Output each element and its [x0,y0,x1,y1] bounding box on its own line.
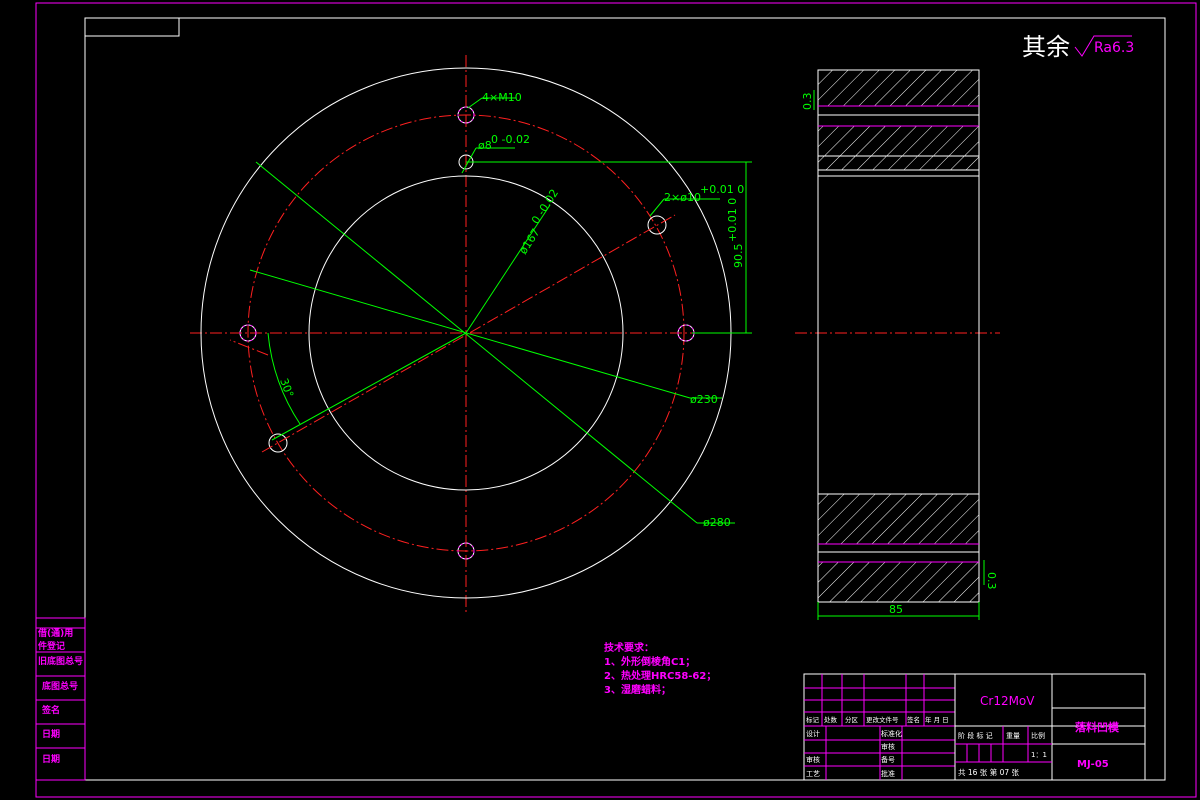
strip-label-1: 借(通)用 [37,627,73,639]
hatch-top-3 [817,155,980,171]
dim-pin-hole-tol: 0 -0.02 [491,133,530,146]
tech-title: 技术要求： [604,641,654,654]
tb-part-name: 落料凹模 [1075,720,1120,734]
tb-scale: 1：1 [1031,751,1047,759]
dim-outer: ø280 [703,516,731,529]
strip-label-5: 签名 [41,704,60,716]
tb-scale-label: 比例 [1031,731,1045,740]
corner-box [84,17,180,37]
tb-hdr-5: 签名 [907,715,920,724]
dim-side-right: 0.3 [985,572,998,590]
dim-line-280 [255,161,698,524]
tb-hdr-2: 处数 [824,715,838,724]
hatch-bottom-2 [817,561,980,603]
dim-pcd: ø230 [690,393,718,406]
tb-hdr-3: 分区 [845,715,859,724]
strip-label-6: 日期 [42,728,60,740]
tb-hdr-4: 更改文件号 [866,715,899,724]
tech-requirements: 技术要求： 1、外形倒棱角C1； 2、热处理HRC58-62； 3、湿磨蜡料； [604,641,716,696]
dim-offset-tol: +0.01 0 [726,198,739,242]
strip-label-4: 底图总号 [42,680,78,692]
tb-row4-c: 批准 [881,769,895,778]
dim-pin-hole2: 2×ø10 [664,191,701,204]
dim-angle: 30° [277,377,296,400]
tb-row1-a: 设计 [806,729,820,738]
tb-hdr-6: 年 月 日 [925,715,949,724]
hatch-top-1 [817,69,980,107]
tech-item-3: 3、湿磨蜡料； [604,683,671,696]
tb-row3-a: 审核 [806,755,820,764]
tb-stage: 阶 段 标 记 [958,731,993,740]
tb-row2-c: 审核 [881,742,895,751]
cad-drawing: 其余 Ra6.3 4×M10 ø8 0 -0.02 2×ø10 +0.01 0 … [35,2,1197,798]
tb-sheet: 共 16 张 第 07 张 [958,767,1020,777]
dim-pin-hole: ø8 [478,139,492,152]
left-strip: 借(通)用 件登记 旧底图总号 底图总号 签名 日期 日期 [35,617,86,781]
dim-bore-tol: 0 -0.02 [529,187,561,227]
side-view: 85 0.3 0.3 [795,69,1000,620]
dim-thread: 4×M10 [482,91,522,104]
tb-row4-a: 工艺 [806,770,820,778]
dim-width: 85 [889,603,903,616]
tech-item-1: 1、外形倒棱角C1； [604,655,695,668]
tb-row3-c: 备号 [881,755,895,764]
dim-side-left: 0.3 [801,93,814,111]
strip-label-3: 旧底图总号 [38,655,83,667]
dim-bore: ø167 [517,226,543,256]
tech-item-2: 2、热处理HRC58-62； [604,669,716,682]
dim-pin-hole2-tol: +0.01 0 [700,183,744,196]
hatch-bottom-1 [817,493,980,545]
strip-label-7: 日期 [42,753,60,765]
roughness-prefix: 其余 [1022,33,1070,61]
tb-row1-c: 标准化 [881,729,902,738]
front-view: 4×M10 ø8 0 -0.02 2×ø10 +0.01 0 ø167 0 -0… [190,55,752,612]
strip-label-2: 件登记 [38,640,65,652]
dim-offset: 90.5 [732,244,745,269]
tb-material: Cr12MoV [980,694,1035,708]
title-block: 标记 处数 分区 更改文件号 签名 年 月 日 设计 标准化 审核 审核 备号 … [803,673,1146,781]
roughness-value: Ra6.3 [1094,40,1134,56]
tb-drawing-no: MJ-05 [1077,759,1109,770]
hatch-top-2 [817,125,980,157]
tb-weight: 重量 [1006,732,1020,740]
tb-hdr-1: 标记 [806,715,820,724]
